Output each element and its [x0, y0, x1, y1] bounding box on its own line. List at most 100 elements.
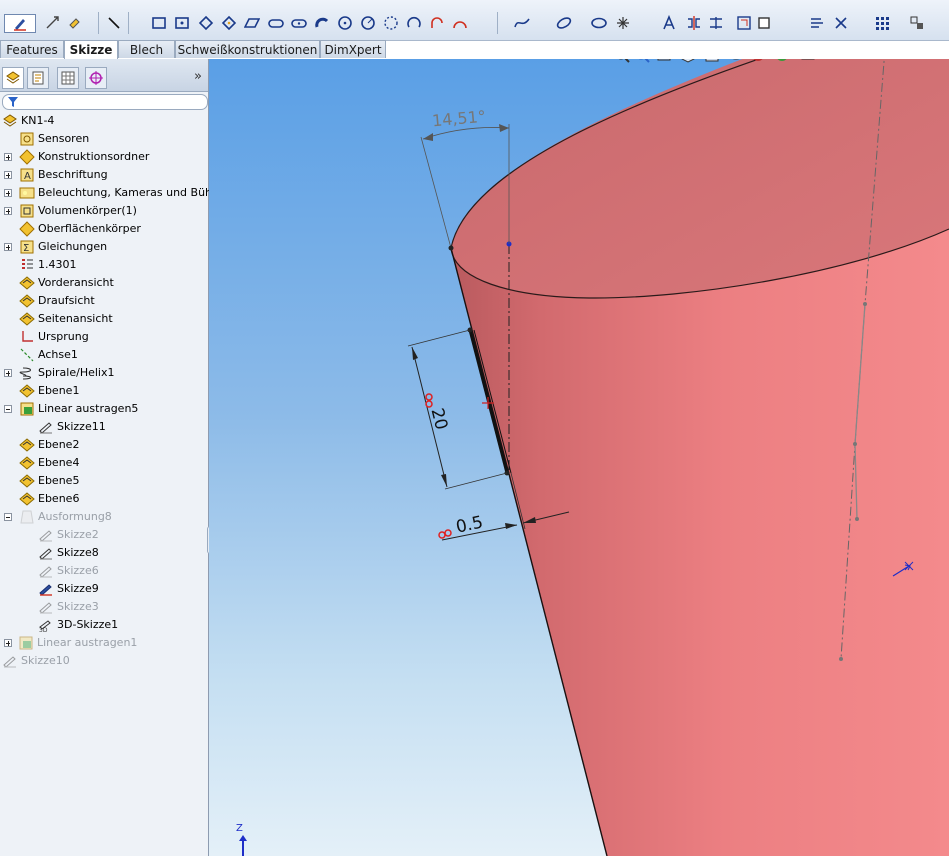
axis-point[interactable]	[863, 302, 867, 306]
tree-item[interactable]: Achse1	[0, 346, 206, 364]
tree-item[interactable]: Ebene6	[0, 490, 206, 508]
tree-item[interactable]: Spirale/Helix1	[0, 364, 206, 382]
graphics-viewport[interactable]: 14,51° 20 0.5 Z	[209, 59, 949, 856]
section-view-icon[interactable]	[656, 59, 672, 63]
tree-item[interactable]: Ebene1	[0, 382, 206, 400]
tree-item[interactable]: Skizze3	[0, 598, 206, 616]
pattern-icon[interactable]	[808, 14, 825, 31]
tree-item[interactable]: Oberflächenkörper	[0, 220, 206, 238]
convert-entities-icon[interactable]	[755, 14, 772, 31]
tree-item[interactable]: Ausformung8	[0, 508, 206, 526]
expand-icon[interactable]	[4, 153, 12, 161]
tree-item[interactable]: Sensoren	[0, 130, 206, 148]
tree-item[interactable]: Skizze6	[0, 562, 206, 580]
polygon-icon[interactable]	[197, 14, 214, 31]
parallelogram-icon[interactable]	[243, 14, 260, 31]
tree-item[interactable]: KN1-4	[0, 112, 206, 130]
trim-icon[interactable]	[707, 14, 724, 31]
panel-expand-button[interactable]: »	[194, 69, 202, 84]
mirror-icon[interactable]	[685, 14, 702, 31]
hide-show-icon[interactable]	[728, 59, 744, 63]
expand-icon[interactable]	[4, 171, 12, 179]
tab-schweisskonstruktionen[interactable]: Schweißkonstruktionen	[175, 40, 320, 58]
tree-filter-input[interactable]	[2, 94, 208, 110]
display-style-icon[interactable]	[704, 59, 720, 63]
expand-icon[interactable]	[4, 369, 12, 377]
tree-item[interactable]: Skizze2	[0, 526, 206, 544]
axis-point[interactable]	[853, 442, 857, 446]
offset-icon[interactable]	[730, 14, 758, 31]
expand-icon[interactable]	[4, 639, 12, 647]
view-orientation-icon[interactable]	[680, 59, 696, 63]
centerpoint-slot-icon[interactable]	[290, 14, 307, 31]
expand-icon[interactable]	[4, 243, 12, 251]
tree-item[interactable]: Ebene4	[0, 454, 206, 472]
tree-item[interactable]: Skizze9	[0, 580, 206, 598]
centerpoint-arc-icon[interactable]	[405, 14, 422, 31]
tree-item[interactable]: 1.4301	[0, 256, 206, 274]
dimension-dropdown-icon[interactable]	[66, 14, 83, 31]
dimxpert-manager-tab[interactable]	[85, 67, 107, 89]
axis-point[interactable]	[855, 517, 859, 521]
length-arrow	[441, 474, 447, 487]
tab-features[interactable]: Features	[0, 40, 64, 58]
tree-item[interactable]: Volumenkörper(1)	[0, 202, 206, 220]
tree-item[interactable]: Skizze10	[0, 652, 206, 670]
tree-item[interactable]: Linear austragen1	[0, 634, 206, 652]
tree-item-label: Skizze9	[57, 582, 99, 595]
full-ellipse-icon[interactable]	[590, 14, 607, 31]
ellipse-icon[interactable]	[555, 14, 572, 31]
view-settings-icon[interactable]	[800, 59, 816, 63]
appearance-icon[interactable]	[750, 59, 766, 63]
tree-item[interactable]: Beleuchtung, Kameras und Bühne	[0, 184, 226, 202]
tree-item[interactable]: Ursprung	[0, 328, 206, 346]
three-point-arc-icon[interactable]	[382, 14, 399, 31]
arc-slot-icon[interactable]	[313, 14, 330, 31]
tree-item[interactable]: Ebene2	[0, 436, 206, 454]
tree-item[interactable]: Σ Gleichungen	[0, 238, 206, 256]
sketch-point[interactable]	[448, 245, 454, 251]
tree-item[interactable]: Vorderansicht	[0, 274, 206, 292]
arc-icon[interactable]	[451, 14, 468, 31]
tree-item[interactable]: 3D 3D-Skizze1	[0, 616, 206, 634]
tree-item[interactable]: Ebene5	[0, 472, 206, 490]
tree-item[interactable]: Seitenansicht	[0, 310, 206, 328]
sketch-icon[interactable]	[4, 14, 36, 33]
axis-point[interactable]	[839, 657, 843, 661]
collapse-icon[interactable]	[4, 405, 12, 413]
tree-item-label: Ebene5	[38, 474, 80, 487]
text-icon[interactable]	[660, 14, 677, 31]
relations-icon[interactable]	[908, 14, 925, 31]
tab-blech[interactable]: Blech	[118, 40, 175, 58]
expand-icon[interactable]	[4, 189, 12, 197]
tab-skizze[interactable]: Skizze	[64, 40, 118, 59]
tree-item[interactable]: Draufsicht	[0, 292, 206, 310]
configuration-manager-tab[interactable]	[57, 67, 79, 89]
tree-item[interactable]: A Beschriftung	[0, 166, 206, 184]
feature-manager-tab[interactable]	[2, 67, 24, 89]
tangent-arc-icon[interactable]	[428, 14, 445, 31]
property-manager-tab[interactable]	[27, 67, 49, 89]
expand-icon[interactable]	[4, 207, 12, 215]
center-rectangle-icon[interactable]	[173, 14, 190, 31]
zoom-to-fit-icon[interactable]	[614, 59, 630, 63]
tree-item[interactable]: Skizze11	[0, 418, 206, 436]
move-icon[interactable]	[832, 14, 849, 31]
smart-dimension-icon[interactable]	[44, 14, 61, 31]
rectangle-icon[interactable]	[150, 14, 167, 31]
zoom-area-icon[interactable]	[634, 59, 650, 63]
point-icon[interactable]	[614, 14, 631, 31]
collapse-icon[interactable]	[4, 513, 12, 521]
tab-dimxpert[interactable]: DimXpert	[320, 40, 386, 58]
tree-item[interactable]: Linear austragen5	[0, 400, 206, 418]
tree-item[interactable]: Skizze8	[0, 544, 206, 562]
spline-icon[interactable]	[513, 14, 530, 31]
circle-icon[interactable]	[336, 14, 353, 31]
tilted-rectangle-icon[interactable]	[220, 14, 237, 31]
scene-icon[interactable]	[774, 59, 790, 63]
grid-icon[interactable]	[873, 14, 890, 31]
perimeter-circle-icon[interactable]	[359, 14, 376, 31]
slot-icon[interactable]	[267, 14, 284, 31]
line-icon[interactable]	[105, 14, 122, 31]
tree-item[interactable]: Konstruktionsordner	[0, 148, 206, 166]
